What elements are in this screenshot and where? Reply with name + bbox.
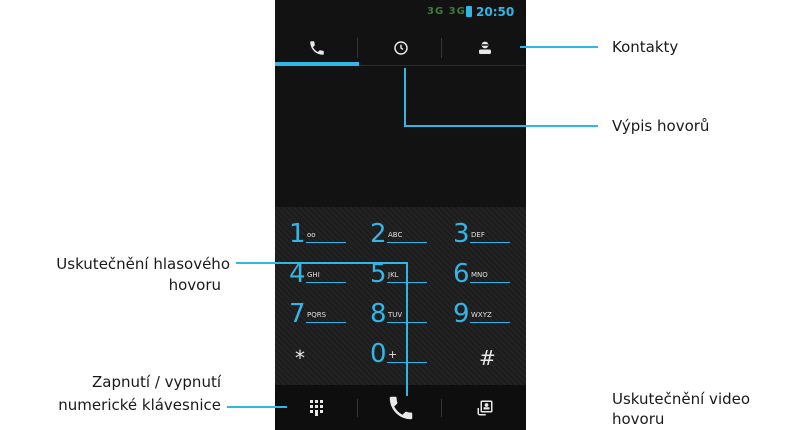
key-digit: *: [295, 346, 305, 370]
label-contacts: Kontakty: [612, 38, 679, 56]
key-digit: 6: [453, 259, 470, 289]
key-letters: PQRS: [307, 311, 327, 319]
voicemail-icon: oo: [307, 231, 316, 239]
key-letters: DEF: [471, 231, 485, 239]
clock-icon: [393, 41, 408, 55]
key-8[interactable]: 8 TUV: [370, 295, 432, 335]
dialer-tabs: [275, 30, 526, 66]
key-digit: 2: [370, 219, 387, 249]
key-4[interactable]: 4 GHI: [289, 255, 351, 295]
dialpad: 1 oo 2 ABC 3 DEF 4 GHI 5 JKL 6 MNO 7 PQRS 8 TUV …: [275, 207, 526, 385]
key-digit: 8: [370, 299, 387, 329]
key-7[interactable]: 7 PQRS: [289, 295, 351, 335]
callout-line-contacts: [520, 46, 598, 48]
active-tab-indicator: [275, 62, 359, 66]
label-voice-call-1: Uskutečnění hlasového: [56, 255, 230, 273]
label-video-call-2: hovoru: [612, 410, 665, 428]
key-star[interactable]: *: [275, 339, 337, 379]
phone-screen: 3G 3G 20:50 1 oo 2 ABC 3 DEF 4 GHI 5 JKL 6 MNO…: [275, 0, 526, 430]
key-3[interactable]: 3 DEF: [453, 215, 515, 255]
key-digit: 9: [453, 299, 470, 329]
key-digit: 1: [289, 219, 306, 249]
callout-line-voice-v: [406, 262, 408, 396]
key-letters: JKL: [388, 271, 399, 279]
key-1[interactable]: 1 oo: [289, 215, 351, 255]
tab-contacts[interactable]: [443, 30, 526, 66]
key-2[interactable]: 2 ABC: [370, 215, 432, 255]
label-keypad-toggle-2: numerické klávesnice: [58, 396, 221, 414]
phone-icon: [309, 41, 324, 55]
contact-icon: [478, 41, 491, 54]
key-digit: 7: [289, 299, 306, 329]
callout-line-voice-h: [236, 262, 408, 264]
video-call-icon: [477, 400, 492, 415]
label-call-log: Výpis hovorů: [612, 117, 710, 135]
key-letters: +: [388, 348, 398, 361]
dialpad-icon: [309, 399, 323, 416]
key-9[interactable]: 9 WXYZ: [453, 295, 515, 335]
voice-call-button[interactable]: [359, 385, 442, 430]
key-hash[interactable]: #: [459, 339, 521, 379]
key-letters: GHI: [307, 271, 320, 279]
key-digit: 3: [453, 219, 470, 249]
key-digit: 0: [370, 339, 387, 369]
tab-call-log[interactable]: [359, 30, 442, 66]
dialer-action-bar: [275, 385, 526, 430]
key-letters: WXYZ: [471, 311, 492, 319]
key-digit: #: [479, 346, 496, 370]
keypad-toggle-button[interactable]: [275, 385, 358, 430]
battery-icon: [466, 6, 472, 17]
tab-phone[interactable]: [275, 30, 358, 66]
video-call-button[interactable]: [443, 385, 526, 430]
key-letters: ABC: [388, 231, 403, 239]
callout-line-call-log-h: [404, 125, 598, 127]
key-6[interactable]: 6 MNO: [453, 255, 515, 295]
status-bar: 3G 3G 20:50: [275, 0, 526, 26]
key-letters: MNO: [471, 271, 488, 279]
label-voice-call-2: hovoru: [168, 276, 221, 294]
key-letters: TUV: [388, 311, 403, 319]
label-keypad-toggle-1: Zapnutí / vypnutí: [92, 373, 221, 391]
signal-icon: 3G 3G: [427, 6, 466, 17]
callout-line-keypad: [227, 406, 287, 408]
key-0[interactable]: 0 +: [370, 335, 432, 375]
key-5[interactable]: 5 JKL: [370, 255, 432, 295]
status-time: 20:50: [476, 5, 515, 19]
callout-line-call-log-v: [404, 68, 406, 126]
label-video-call-1: Uskutečnění video: [612, 390, 751, 408]
phone-call-icon: [389, 396, 412, 419]
